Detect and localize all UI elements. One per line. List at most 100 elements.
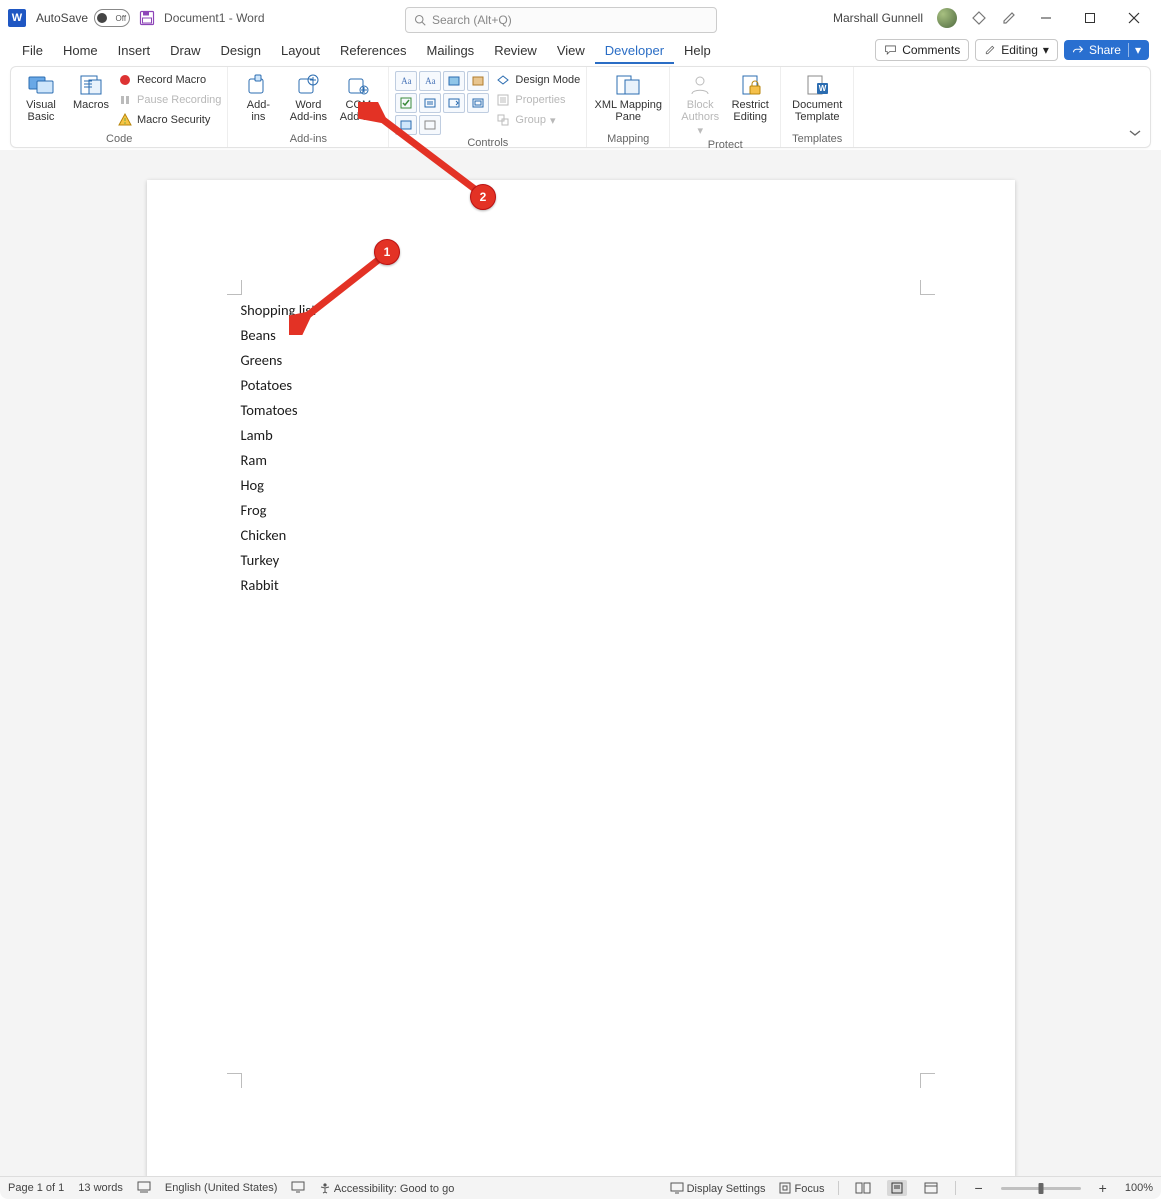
display-settings-button[interactable]: Display Settings (670, 1182, 766, 1195)
user-name[interactable]: Marshall Gunnell (833, 11, 923, 25)
search-icon (414, 14, 426, 26)
zoom-in-button[interactable]: + (1095, 1180, 1111, 1196)
block-authors-button: Block Authors ▾ (676, 71, 724, 137)
doc-line[interactable]: Turkey (241, 548, 921, 573)
doc-line[interactable]: Potatoes (241, 373, 921, 398)
status-accessibility[interactable]: Accessibility: Good to go (319, 1182, 454, 1195)
annotation-arrow-2 (358, 102, 488, 202)
group-label-templates: Templates (787, 131, 847, 145)
autosave-toggle[interactable]: AutoSave Off (36, 9, 130, 27)
pen-icon[interactable] (1001, 10, 1017, 26)
share-icon (1072, 44, 1084, 56)
tab-help[interactable]: Help (674, 38, 721, 64)
comment-icon (884, 44, 897, 56)
annotation-callout-2: 2 (470, 184, 496, 210)
tab-home[interactable]: Home (53, 38, 108, 64)
ribbon-group-templates: WDocument Template Templates (781, 67, 854, 147)
print-layout-button[interactable] (887, 1180, 907, 1196)
ribbon-group-mapping: XML Mapping Pane Mapping (587, 67, 670, 147)
tab-references[interactable]: References (330, 38, 416, 64)
display-icon[interactable] (291, 1181, 305, 1196)
save-button[interactable] (138, 9, 156, 27)
group-label-protect: Protect (676, 137, 774, 151)
macros-button[interactable]: Macros (67, 71, 115, 111)
tab-view[interactable]: View (547, 38, 595, 64)
chevron-down-icon: ▾ (550, 114, 556, 127)
tab-draw[interactable]: Draw (160, 38, 210, 64)
maximize-button[interactable] (1075, 3, 1105, 33)
diamond-icon[interactable] (971, 10, 987, 26)
record-macro-button[interactable]: Record Macro (117, 71, 221, 89)
web-layout-button[interactable] (921, 1180, 941, 1196)
status-language[interactable]: English (United States) (165, 1182, 278, 1194)
title-bar: W AutoSave Off Document1 - Word Search (… (0, 0, 1161, 36)
tab-developer[interactable]: Developer (595, 38, 674, 64)
autosave-label: AutoSave (36, 11, 88, 25)
share-button[interactable]: Share▾ (1064, 40, 1149, 60)
read-mode-button[interactable] (853, 1180, 873, 1196)
macro-security-button[interactable]: Macro Security (117, 111, 221, 129)
page[interactable]: Shopping listBeansGreensPotatoesTomatoes… (147, 180, 1015, 1178)
doc-line[interactable]: Chicken (241, 523, 921, 548)
restrict-editing-button[interactable]: Restrict Editing (726, 71, 774, 123)
close-button[interactable] (1119, 3, 1149, 33)
xml-mapping-button[interactable]: XML Mapping Pane (593, 71, 663, 123)
visual-basic-button[interactable]: Visual Basic (17, 71, 65, 123)
ribbon: Visual Basic Macros Record Macro Pause R… (10, 66, 1151, 148)
properties-button: Properties (495, 91, 580, 109)
doc-line[interactable]: Rabbit (241, 573, 921, 598)
margin-corner (227, 1073, 242, 1088)
doc-line[interactable]: Greens (241, 348, 921, 373)
chevron-down-icon (1128, 128, 1142, 138)
group-label-mapping: Mapping (593, 131, 663, 145)
doc-line[interactable]: Tomatoes (241, 398, 921, 423)
tab-file[interactable]: File (12, 38, 53, 64)
ribbon-group-protect: Block Authors ▾ Restrict Editing Protect (670, 67, 781, 147)
addins-button[interactable]: Add- ins (234, 71, 282, 123)
doc-line[interactable]: Hog (241, 473, 921, 498)
margin-corner (920, 280, 935, 295)
warning-icon (117, 112, 133, 128)
tab-design[interactable]: Design (211, 38, 271, 64)
doc-line[interactable]: Lamb (241, 423, 921, 448)
autosave-switch[interactable]: Off (94, 9, 130, 27)
doc-line[interactable]: Ram (241, 448, 921, 473)
document-title: Document1 - Word (164, 11, 264, 25)
word-app-icon: W (8, 9, 26, 27)
pencil-icon (984, 44, 996, 56)
pause-recording-button: Pause Recording (117, 91, 221, 109)
tab-review[interactable]: Review (484, 38, 547, 64)
minimize-button[interactable] (1031, 3, 1061, 33)
group-button: Group ▾ (495, 111, 580, 129)
avatar[interactable] (937, 8, 957, 28)
design-mode-button[interactable]: Design Mode (495, 71, 580, 89)
menu-bar: FileHomeInsertDrawDesignLayoutReferences… (0, 36, 1161, 64)
focus-button[interactable]: Focus (779, 1182, 824, 1195)
status-words[interactable]: 13 words (78, 1182, 123, 1194)
accessibility-icon (319, 1182, 331, 1194)
ribbon-collapse-button[interactable] (1128, 127, 1142, 141)
doc-line[interactable]: Frog (241, 498, 921, 523)
search-placeholder: Search (Alt+Q) (432, 13, 512, 27)
document-template-button[interactable]: WDocument Template (787, 71, 847, 123)
svg-text:W: W (819, 84, 827, 93)
tab-insert[interactable]: Insert (108, 38, 161, 64)
zoom-level[interactable]: 100% (1125, 1182, 1153, 1194)
margin-corner (227, 280, 242, 295)
comments-button[interactable]: Comments (875, 39, 969, 61)
chevron-down-icon[interactable]: ▾ (1128, 43, 1141, 57)
document-canvas[interactable]: Shopping listBeansGreensPotatoesTomatoes… (0, 150, 1161, 1186)
status-page[interactable]: Page 1 of 1 (8, 1182, 64, 1194)
zoom-out-button[interactable]: − (970, 1180, 986, 1196)
zoom-slider[interactable] (1001, 1187, 1081, 1190)
tab-mailings[interactable]: Mailings (417, 38, 485, 64)
text-predictions-icon[interactable] (137, 1181, 151, 1196)
word-addins-button[interactable]: Word Add-ins (284, 71, 332, 123)
annotation-callout-1: 1 (374, 239, 400, 265)
editing-button[interactable]: Editing▾ (975, 39, 1058, 61)
group-label-code: Code (17, 131, 221, 145)
tab-layout[interactable]: Layout (271, 38, 330, 64)
margin-corner (920, 1073, 935, 1088)
chevron-down-icon: ▾ (1043, 43, 1049, 57)
search-input[interactable]: Search (Alt+Q) (405, 7, 717, 33)
